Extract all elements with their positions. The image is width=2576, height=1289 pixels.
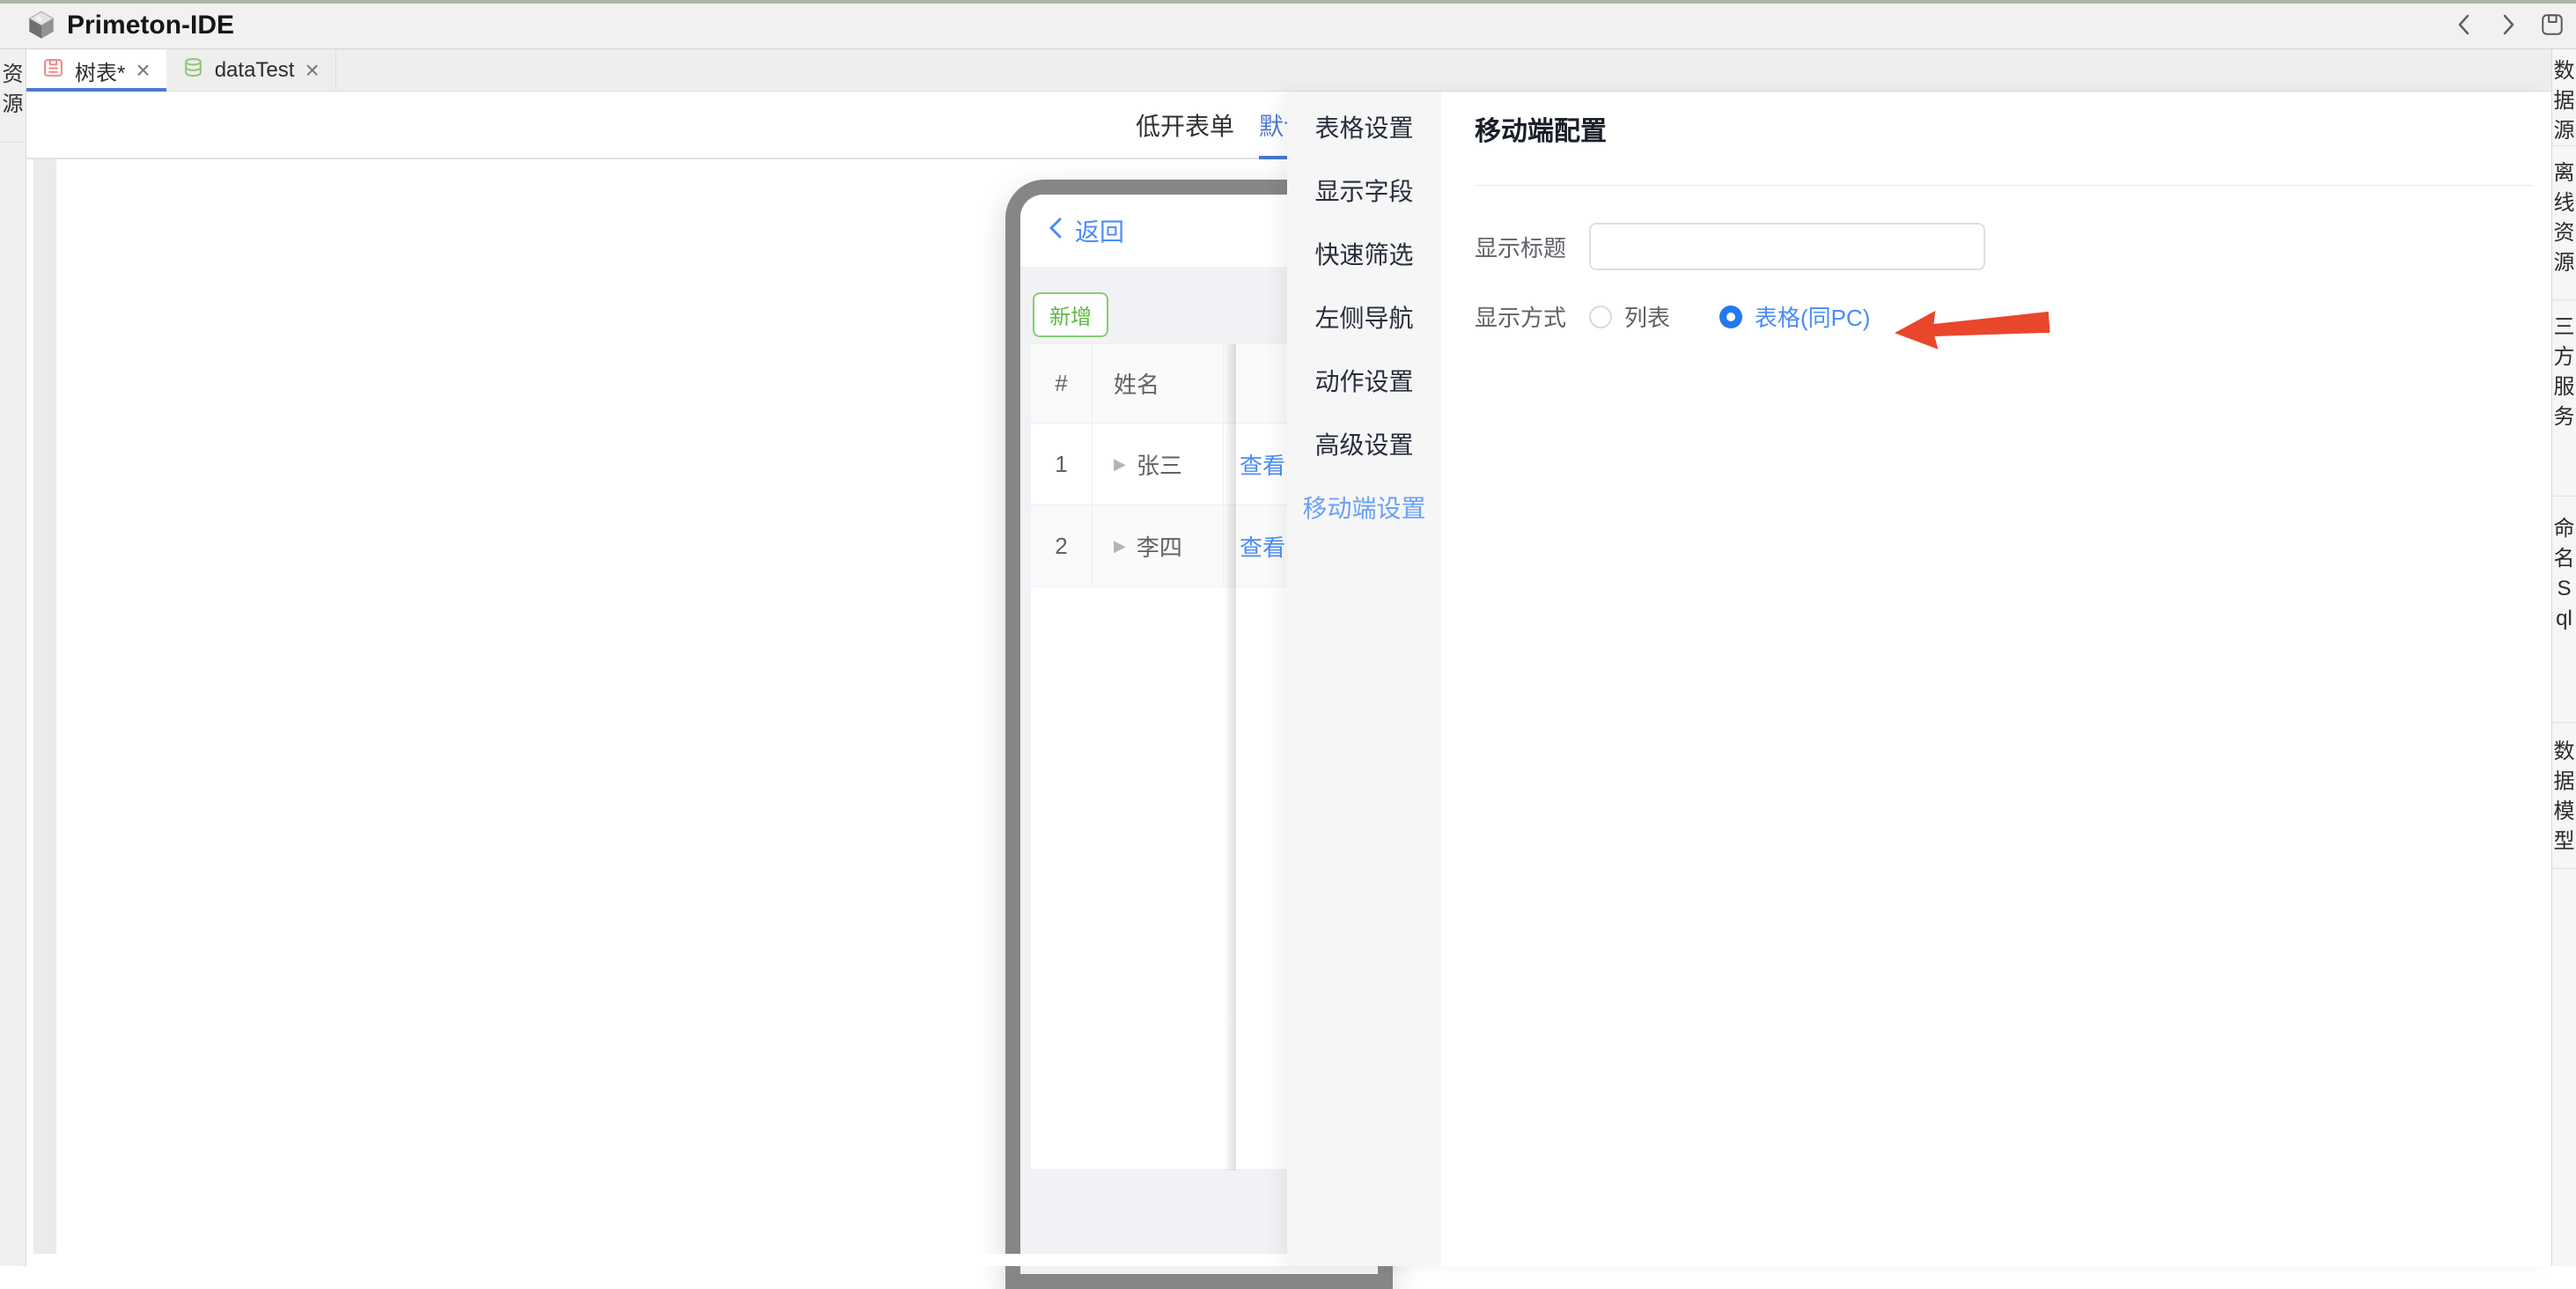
- file-tab-label: 树表*: [75, 55, 125, 86]
- row-name: 张三: [1137, 448, 1182, 481]
- sidebar-item-named-sql[interactable]: 命名Sql: [2552, 497, 2576, 723]
- right-sidebar: 数据源 离线资源 三方服务 命名Sql 数据模型: [2551, 49, 2576, 1266]
- radio-unchecked-icon: [1589, 306, 1612, 328]
- sidebar-item-datasource[interactable]: 数据源: [2552, 49, 2576, 146]
- close-icon[interactable]: ×: [305, 60, 319, 81]
- form-icon: [42, 56, 64, 85]
- menu-item-display-fields[interactable]: 显示字段: [1287, 158, 1441, 222]
- left-sidebar: 资源: [0, 49, 26, 1266]
- sidebar-item-label: 命名Sql: [2553, 514, 2575, 634]
- sidebar-item-label: 三方服务: [2553, 313, 2575, 432]
- back-link[interactable]: 返回: [1075, 213, 1124, 248]
- menu-item-quick-filter[interactable]: 快速筛选: [1287, 222, 1441, 285]
- nav-back-icon[interactable]: [2453, 11, 2476, 39]
- expand-triangle-icon[interactable]: ▶: [1114, 537, 1126, 556]
- radio-label: 列表: [1624, 300, 1670, 333]
- table-header-index: #: [1031, 344, 1093, 423]
- divider: [1475, 185, 2534, 186]
- menu-item-table-settings[interactable]: 表格设置: [1287, 95, 1441, 158]
- view-link[interactable]: 查看: [1240, 530, 1285, 563]
- panel-title: 移动端配置: [1475, 114, 2534, 150]
- titlebar: Primeton-IDE: [0, 0, 2576, 49]
- display-title-row: 显示标题: [1475, 223, 2534, 270]
- table-header-name: 姓名: [1093, 344, 1224, 423]
- file-tab-datatest[interactable]: dataTest ×: [166, 49, 336, 92]
- close-icon[interactable]: ×: [136, 60, 150, 81]
- save-icon[interactable]: [2541, 11, 2564, 39]
- add-button[interactable]: 新增: [1033, 292, 1108, 337]
- radio-table-same-as-pc[interactable]: 表格(同PC): [1719, 300, 1870, 333]
- titlebar-actions: [2453, 0, 2569, 49]
- menu-item-mobile-settings[interactable]: 移动端设置: [1287, 475, 1441, 539]
- menu-item-action-settings[interactable]: 动作设置: [1287, 349, 1441, 412]
- sidebar-item-resources[interactable]: 资源: [0, 49, 26, 143]
- sidebar-item-offline-resources[interactable]: 离线资源: [2552, 146, 2576, 300]
- sidebar-item-label: 离线资源: [2553, 158, 2575, 278]
- chevron-left-icon: [1047, 215, 1064, 247]
- sidebar-item-third-party-services[interactable]: 三方服务: [2552, 300, 2576, 497]
- horizontal-scrollbar[interactable]: [26, 1254, 1287, 1266]
- radio-list[interactable]: 列表: [1589, 300, 1670, 333]
- drawer-menu: 表格设置 显示字段 快速筛选 左侧导航 动作设置 高级设置 移动端设置: [1287, 92, 1441, 1266]
- sidebar-item-data-model[interactable]: 数据模型: [2552, 723, 2576, 869]
- database-icon: [182, 56, 204, 85]
- menu-item-left-nav[interactable]: 左侧导航: [1287, 285, 1441, 349]
- row-name: 李四: [1137, 530, 1182, 563]
- row-index: 2: [1031, 505, 1093, 586]
- view-tab-lowcode-form[interactable]: 低开表单: [1136, 92, 1234, 158]
- sidebar-item-label: 数据源: [2553, 56, 2575, 146]
- settings-drawer: 表格设置 显示字段 快速筛选 左侧导航 动作设置 高级设置 移动端设置 移动端配…: [1287, 92, 2551, 1266]
- sidebar-item-label: 数据模型: [2553, 737, 2575, 857]
- radio-checked-icon: [1719, 306, 1742, 328]
- app-logo-icon: [25, 9, 58, 47]
- display-title-label: 显示标题: [1475, 231, 1589, 263]
- sidebar-item-label: 资源: [2, 60, 24, 120]
- file-tab-label: dataTest: [215, 58, 295, 83]
- file-tabbar: 树表* × dataTest ×: [26, 49, 2551, 92]
- app-title: Primeton-IDE: [67, 0, 234, 49]
- drawer-content: 移动端配置 显示标题 显示方式 列表 表格(同PC): [1441, 92, 2551, 1266]
- menu-item-advanced-settings[interactable]: 高级设置: [1287, 412, 1441, 475]
- file-tab-tree-table[interactable]: 树表* ×: [26, 49, 166, 92]
- collapsed-panel-strip: [33, 159, 56, 1254]
- expand-triangle-icon[interactable]: ▶: [1114, 455, 1126, 474]
- red-arrow-annotation: [1891, 301, 2052, 358]
- nav-forward-icon[interactable]: [2497, 11, 2520, 39]
- row-index: 1: [1031, 424, 1093, 505]
- radio-label: 表格(同PC): [1755, 300, 1870, 333]
- display-title-input[interactable]: [1589, 223, 1985, 270]
- view-link[interactable]: 查看: [1240, 448, 1285, 481]
- display-mode-label: 显示方式: [1475, 300, 1589, 333]
